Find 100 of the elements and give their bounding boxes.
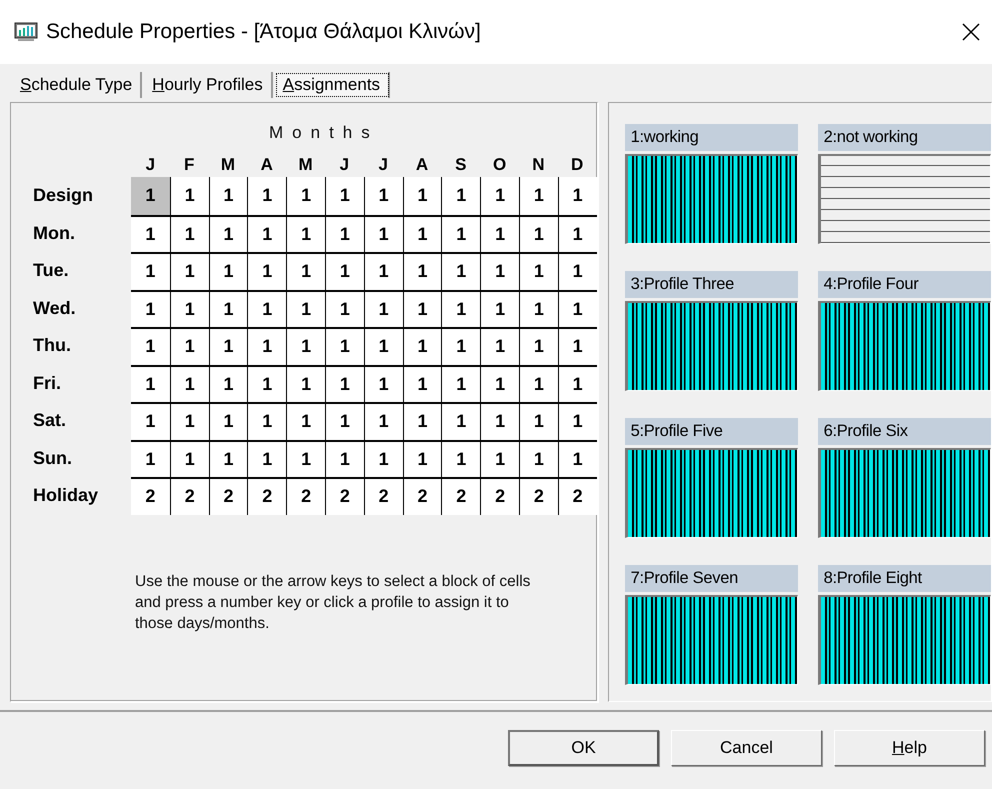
schedule-cell[interactable]: 2: [324, 477, 364, 514]
schedule-cell[interactable]: 1: [170, 177, 209, 214]
close-icon[interactable]: [962, 23, 980, 41]
schedule-cell[interactable]: 1: [170, 290, 209, 327]
schedule-cell[interactable]: 1: [364, 214, 403, 252]
schedule-cell[interactable]: 1: [286, 327, 325, 364]
schedule-cell[interactable]: 2: [286, 477, 325, 514]
schedule-cell[interactable]: 1: [247, 214, 286, 252]
schedule-cell[interactable]: 1: [247, 364, 286, 402]
schedule-cell[interactable]: 1: [402, 214, 442, 252]
dialog-button[interactable]: Cancel: [671, 730, 822, 766]
schedule-cell[interactable]: 2: [364, 477, 403, 514]
profile-header[interactable]: 5:Profile Five: [624, 418, 798, 445]
hourly-bars-swatch[interactable]: [624, 154, 798, 244]
schedule-cell[interactable]: 1: [558, 327, 597, 364]
schedule-cell[interactable]: 1: [364, 177, 403, 214]
schedule-cell[interactable]: 1: [480, 327, 519, 364]
schedule-cell[interactable]: 1: [170, 440, 209, 477]
schedule-cell[interactable]: 1: [518, 214, 558, 252]
schedule-cell[interactable]: 1: [364, 402, 403, 440]
schedule-cell[interactable]: 2: [480, 477, 519, 514]
schedule-cell[interactable]: 1: [518, 402, 558, 440]
schedule-cell[interactable]: 1: [441, 327, 480, 364]
schedule-cell[interactable]: 1: [402, 177, 442, 214]
schedule-cell[interactable]: 2: [518, 477, 558, 514]
schedule-cell[interactable]: 1: [286, 177, 325, 214]
schedule-cell[interactable]: 1: [480, 364, 519, 402]
schedule-cell[interactable]: 2: [208, 477, 248, 514]
dialog-button[interactable]: OK: [508, 730, 659, 766]
schedule-cell[interactable]: 1: [324, 177, 364, 214]
profile-header[interactable]: 2:not working: [818, 124, 991, 151]
profile-header[interactable]: 4:Profile Four: [818, 271, 991, 298]
schedule-cell[interactable]: 1: [518, 440, 558, 477]
schedule-cell[interactable]: 1: [558, 364, 597, 402]
schedule-cell[interactable]: 2: [558, 477, 597, 514]
schedule-cell[interactable]: 1: [480, 440, 519, 477]
schedule-cell[interactable]: 1: [402, 290, 442, 327]
schedule-cell[interactable]: 1: [402, 402, 442, 440]
schedule-cell[interactable]: 1: [247, 177, 286, 214]
schedule-cell[interactable]: 1: [324, 290, 364, 327]
schedule-cell[interactable]: 1: [170, 252, 209, 290]
schedule-cell[interactable]: 1: [286, 440, 325, 477]
tab[interactable]: Assignments: [274, 72, 390, 98]
schedule-cell[interactable]: 1: [402, 364, 442, 402]
schedule-cell[interactable]: 1: [131, 402, 170, 440]
schedule-cell[interactable]: 1: [518, 252, 558, 290]
hourly-bars-swatch[interactable]: [624, 595, 798, 685]
schedule-cell[interactable]: 1: [208, 290, 248, 327]
schedule-cell[interactable]: 1: [518, 177, 558, 214]
schedule-cell[interactable]: 2: [170, 477, 209, 514]
profile-header[interactable]: 7:Profile Seven: [624, 565, 798, 592]
schedule-cell[interactable]: 1: [286, 402, 325, 440]
schedule-cell[interactable]: 1: [208, 177, 248, 214]
schedule-cell[interactable]: 2: [402, 477, 442, 514]
schedule-cell[interactable]: 1: [247, 327, 286, 364]
tab[interactable]: Schedule Type: [12, 72, 142, 98]
schedule-cell[interactable]: 1: [402, 440, 442, 477]
hourly-bars-swatch[interactable]: [818, 448, 991, 538]
hourly-bars-swatch[interactable]: [818, 301, 991, 391]
schedule-cell[interactable]: 1: [208, 402, 248, 440]
profile-header[interactable]: 3:Profile Three: [624, 271, 798, 298]
schedule-cell[interactable]: 1: [364, 440, 403, 477]
schedule-cell[interactable]: 1: [364, 364, 403, 402]
schedule-cell[interactable]: 1: [518, 364, 558, 402]
schedule-cell[interactable]: 1: [324, 327, 364, 364]
schedule-cell[interactable]: 1: [480, 252, 519, 290]
schedule-cell[interactable]: 1: [286, 364, 325, 402]
profile-header[interactable]: 6:Profile Six: [818, 418, 991, 445]
schedule-cell[interactable]: 1: [441, 402, 480, 440]
profile-header[interactable]: 1:working: [624, 124, 798, 151]
schedule-cell[interactable]: 1: [170, 214, 209, 252]
schedule-cell[interactable]: 1: [324, 402, 364, 440]
schedule-cell[interactable]: 1: [480, 177, 519, 214]
schedule-cell[interactable]: 1: [480, 290, 519, 327]
schedule-cell[interactable]: 1: [286, 252, 325, 290]
hourly-bars-swatch[interactable]: [624, 448, 798, 538]
schedule-cell[interactable]: 1: [558, 290, 597, 327]
schedule-cell[interactable]: 1: [247, 252, 286, 290]
schedule-cell[interactable]: 1: [286, 290, 325, 327]
schedule-cell[interactable]: 1: [558, 440, 597, 477]
schedule-cell[interactable]: 1: [208, 252, 248, 290]
schedule-cell[interactable]: 1: [247, 440, 286, 477]
schedule-cell[interactable]: 1: [441, 252, 480, 290]
schedule-cell[interactable]: 1: [480, 402, 519, 440]
schedule-cell[interactable]: 1: [441, 290, 480, 327]
schedule-cell[interactable]: 1: [558, 177, 597, 214]
schedule-cell[interactable]: 1: [518, 290, 558, 327]
schedule-cell[interactable]: 1: [364, 327, 403, 364]
schedule-cell[interactable]: 1: [324, 440, 364, 477]
schedule-cell[interactable]: 1: [402, 252, 442, 290]
schedule-cell[interactable]: 1: [518, 327, 558, 364]
schedule-cell[interactable]: 1: [441, 364, 480, 402]
schedule-cell[interactable]: 1: [247, 290, 286, 327]
schedule-cell[interactable]: 1: [558, 214, 597, 252]
hourly-bars-swatch[interactable]: [624, 301, 798, 391]
schedule-cell[interactable]: 1: [441, 440, 480, 477]
schedule-cell[interactable]: 1: [170, 402, 209, 440]
schedule-cell[interactable]: 1: [131, 214, 170, 252]
schedule-cell[interactable]: 1: [364, 290, 403, 327]
schedule-cell[interactable]: 1: [208, 364, 248, 402]
